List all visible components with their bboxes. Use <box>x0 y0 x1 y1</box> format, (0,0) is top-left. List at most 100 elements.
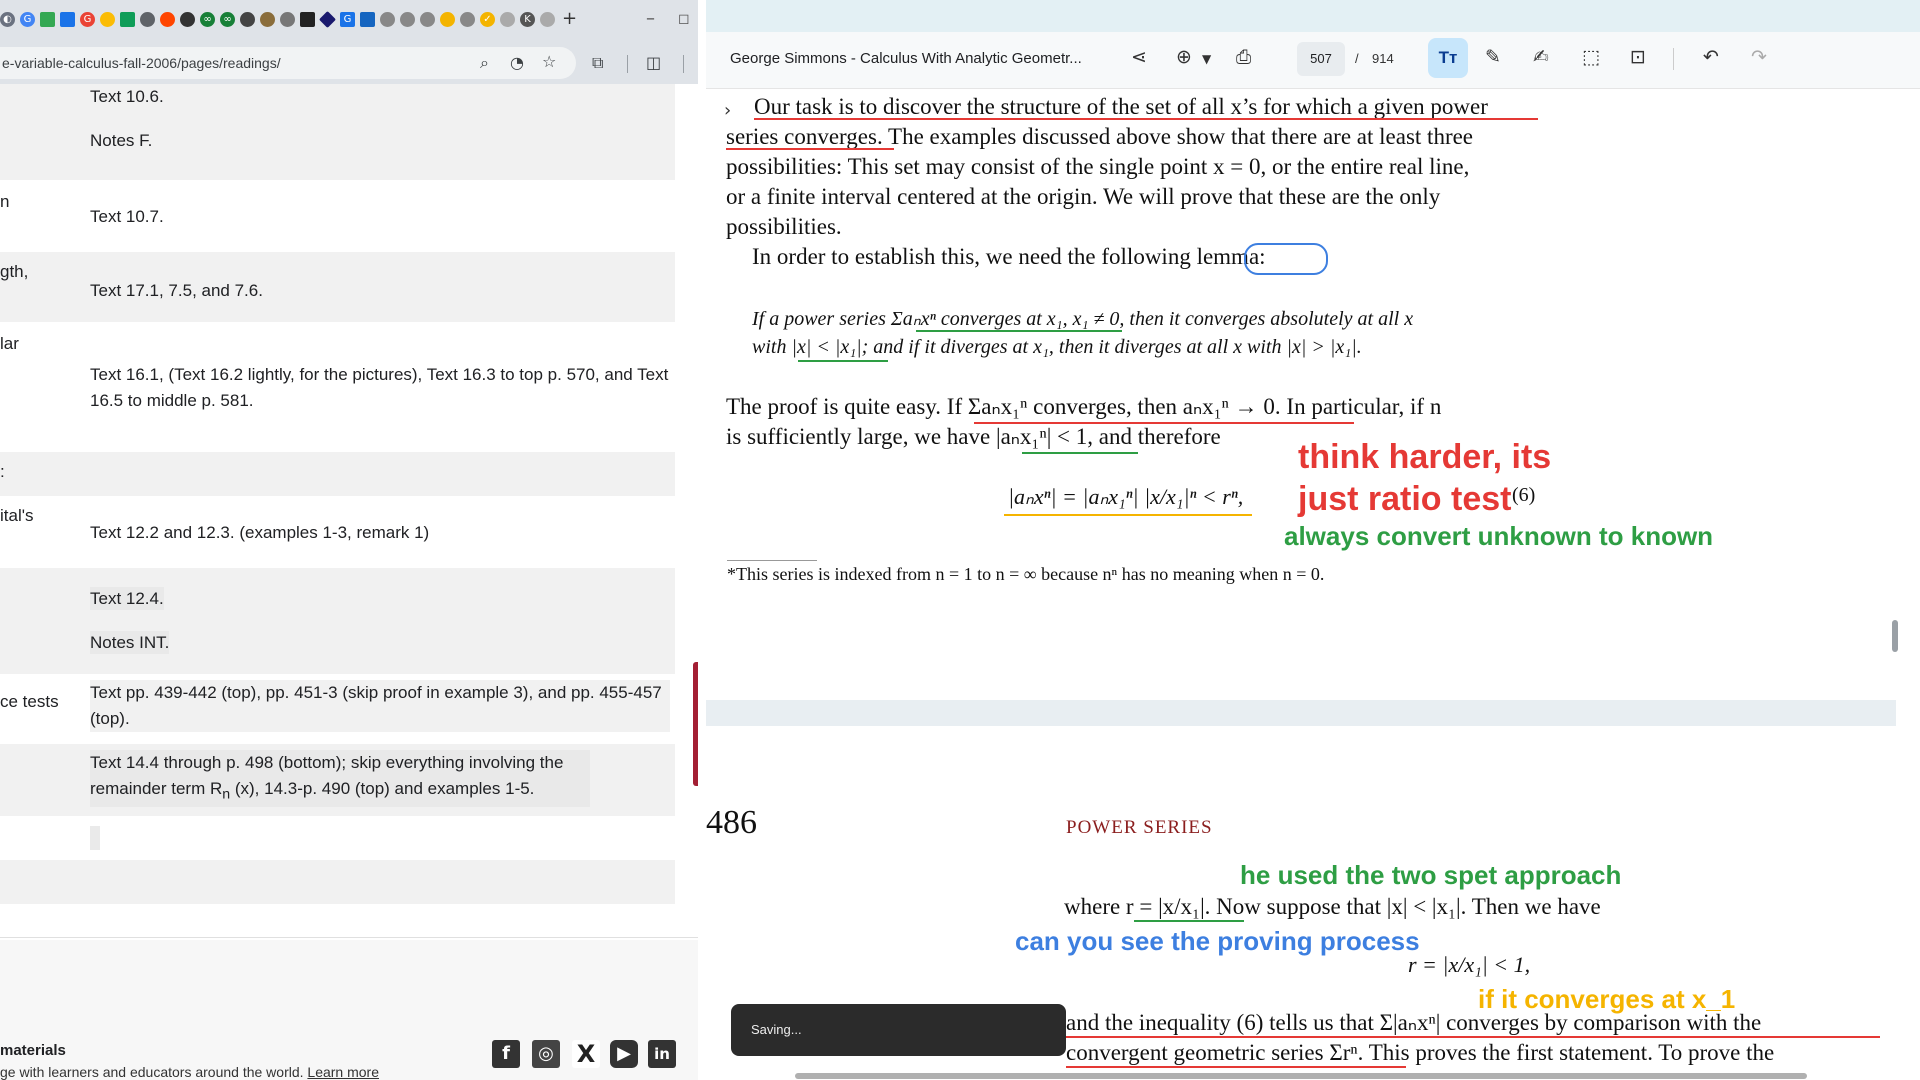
undo-icon[interactable]: ↶ <box>1703 46 1719 68</box>
tab-favicon-icon[interactable] <box>460 12 475 27</box>
tab-favicon-icon[interactable] <box>180 12 195 27</box>
footer-text: ge with learners and educators around th… <box>0 1064 379 1080</box>
left-browser-window: ◐ G G ∞ ∞ G ✓ K + – ◻ e-variable-calculu… <box>0 0 698 1080</box>
tab-favicon-icon[interactable]: G <box>340 12 355 27</box>
x-icon[interactable]: X <box>572 1040 600 1068</box>
tab-favicon-icon[interactable] <box>100 12 115 27</box>
tab-favicon-icon[interactable] <box>300 12 315 27</box>
book-line: or a finite interval centered at the ori… <box>726 184 1441 209</box>
chevron-down-icon[interactable]: ▼ <box>1202 52 1211 66</box>
extensions-icon[interactable]: ⧉ <box>592 53 603 73</box>
text-icon[interactable]: Tт <box>1428 38 1468 78</box>
url-text[interactable]: e-variable-calculus-fall-2006/pages/read… <box>2 55 281 71</box>
tab-favicon-icon[interactable] <box>319 11 336 28</box>
reading-cell: Text 14.4 through p. 498 (bottom); skip … <box>90 750 590 808</box>
topic-label: ce tests <box>0 692 59 711</box>
linkedin-icon[interactable]: in <box>648 1040 676 1068</box>
book-line: possibilities. <box>726 214 842 239</box>
performance-icon[interactable]: ◔ <box>510 53 524 72</box>
tab-favicon-icon[interactable]: ✓ <box>480 12 495 27</box>
empty-cell <box>90 826 100 850</box>
reading-text: remainder term R <box>90 779 223 798</box>
facebook-icon[interactable]: f <box>492 1040 520 1068</box>
red-underline <box>1066 1036 1880 1038</box>
select-icon[interactable]: ⬚ <box>1582 46 1600 68</box>
learn-more-link[interactable]: Learn more <box>307 1064 379 1080</box>
footnote-rule <box>727 560 817 561</box>
book-line: convergent geometric series Σrⁿ. This pr… <box>1066 1040 1775 1065</box>
book-line: possibilities: This set may consist of t… <box>726 154 1470 179</box>
share-icon[interactable]: ⋖ <box>1131 46 1147 68</box>
tab-favicon-icon[interactable]: ∞ <box>220 12 235 27</box>
tab-favicon-icon[interactable] <box>280 12 295 27</box>
new-tab-button[interactable]: + <box>562 8 577 29</box>
equation-6: |aₙxⁿ| = |aₙx₁ⁿ| |x/x₁|ⁿ < rⁿ, <box>1008 484 1244 509</box>
horizontal-scrollbar[interactable] <box>795 1073 1807 1079</box>
topic-label: gth, <box>0 262 29 281</box>
page-number-input[interactable]: 507 <box>1297 42 1345 76</box>
reading-cell: Text 12.4. Notes INT. <box>90 586 670 656</box>
reading-text: (x), 14.3-p. 490 (top) and examples 1-5. <box>230 779 535 798</box>
yellow-underline <box>1004 514 1252 516</box>
tab-favicon-icon[interactable]: ∞ <box>200 12 215 27</box>
table-row: lar Text 16.1, (Text 16.2 lightly, for t… <box>0 322 675 452</box>
zoom-icon[interactable]: ⊕ <box>1176 46 1192 68</box>
page-divider <box>0 937 698 938</box>
google-tab-icon[interactable]: G <box>20 12 35 27</box>
print-icon[interactable]: ⎙ <box>1236 46 1251 68</box>
tab-favicon-icon[interactable] <box>380 12 395 27</box>
toolbar-divider <box>683 55 684 73</box>
tab-favicon-icon[interactable] <box>440 12 455 27</box>
reading-text: Text 10.7. <box>90 207 164 226</box>
tab-favicon-icon[interactable] <box>60 12 75 27</box>
footer-heading: materials <box>0 1042 66 1059</box>
redo-icon[interactable]: ↷ <box>1751 46 1767 68</box>
tab-favicon-icon[interactable] <box>240 12 255 27</box>
youtube-icon[interactable]: ▶ <box>610 1040 638 1068</box>
screenshot-icon[interactable]: ⊡ <box>1630 46 1646 68</box>
book-line: The proof is quite easy. If Σaₙx₁ⁿ conve… <box>726 394 1442 419</box>
tab-favicon-icon[interactable] <box>500 12 515 27</box>
minimize-button[interactable]: – <box>646 8 655 29</box>
feedback-tab[interactable] <box>693 662 698 786</box>
address-bar[interactable]: e-variable-calculus-fall-2006/pages/read… <box>0 47 576 79</box>
tab-favicon-icon[interactable]: ◐ <box>0 12 15 27</box>
tab-favicon-icon[interactable] <box>540 12 555 27</box>
bookmark-star-icon[interactable]: ☆ <box>542 52 556 71</box>
tab-favicon-icon[interactable] <box>420 12 435 27</box>
book-line: where r = |x/x₁|. Now suppose that |x| <… <box>1064 894 1601 919</box>
reading-text: Notes INT. <box>90 631 170 654</box>
readings-page: Text 10.6. Notes F. n Text 10.7. gth, Te… <box>0 84 698 939</box>
tab-strip: ◐ G G ∞ ∞ G ✓ K + – ◻ <box>0 0 698 42</box>
reading-mode-icon[interactable]: ◫ <box>646 53 661 72</box>
table-row: Text 14.4 through p. 498 (bottom); skip … <box>0 744 675 816</box>
tab-favicon-icon[interactable] <box>140 12 155 27</box>
table-row: gth, Text 17.1, 7.5, and 7.6. <box>0 252 675 322</box>
tab-favicon-icon[interactable] <box>360 12 375 27</box>
chevron-right-icon[interactable]: › <box>724 100 731 121</box>
green-underline <box>798 360 888 362</box>
page-separator: / <box>1355 51 1359 66</box>
green-underline <box>916 330 1122 332</box>
equation-number: (6) <box>1512 484 1536 506</box>
maximize-button[interactable]: ◻ <box>678 11 690 27</box>
google-tab-icon[interactable]: G <box>80 12 95 27</box>
tab-favicon-icon[interactable] <box>400 12 415 27</box>
tab-favicon-icon[interactable] <box>260 12 275 27</box>
tab-favicon-icon[interactable]: K <box>520 12 535 27</box>
book-line: In order to establish this, we need the … <box>752 244 1266 269</box>
instagram-icon[interactable]: ◎ <box>532 1040 560 1068</box>
reading-text: Text 12.2 and 12.3. (examples 1-3, remar… <box>90 523 430 542</box>
table-row <box>0 816 675 860</box>
viewer-titlebar <box>706 0 1920 32</box>
book-line: Our task is to discover the structure of… <box>754 94 1488 119</box>
vertical-scrollbar[interactable] <box>1892 620 1898 652</box>
zoom-icon[interactable]: ⌕ <box>480 53 489 73</box>
tab-favicon-icon[interactable] <box>120 12 135 27</box>
reddit-tab-icon[interactable] <box>160 12 175 27</box>
equation-r: r = |x/x₁| < 1, <box>1408 952 1531 977</box>
tab-favicon-icon[interactable] <box>40 12 55 27</box>
draw-icon[interactable]: ✎ <box>1485 46 1501 68</box>
highlight-icon[interactable]: ✍ <box>1533 46 1549 68</box>
annotation-green: always convert unknown to known <box>1284 521 1714 551</box>
